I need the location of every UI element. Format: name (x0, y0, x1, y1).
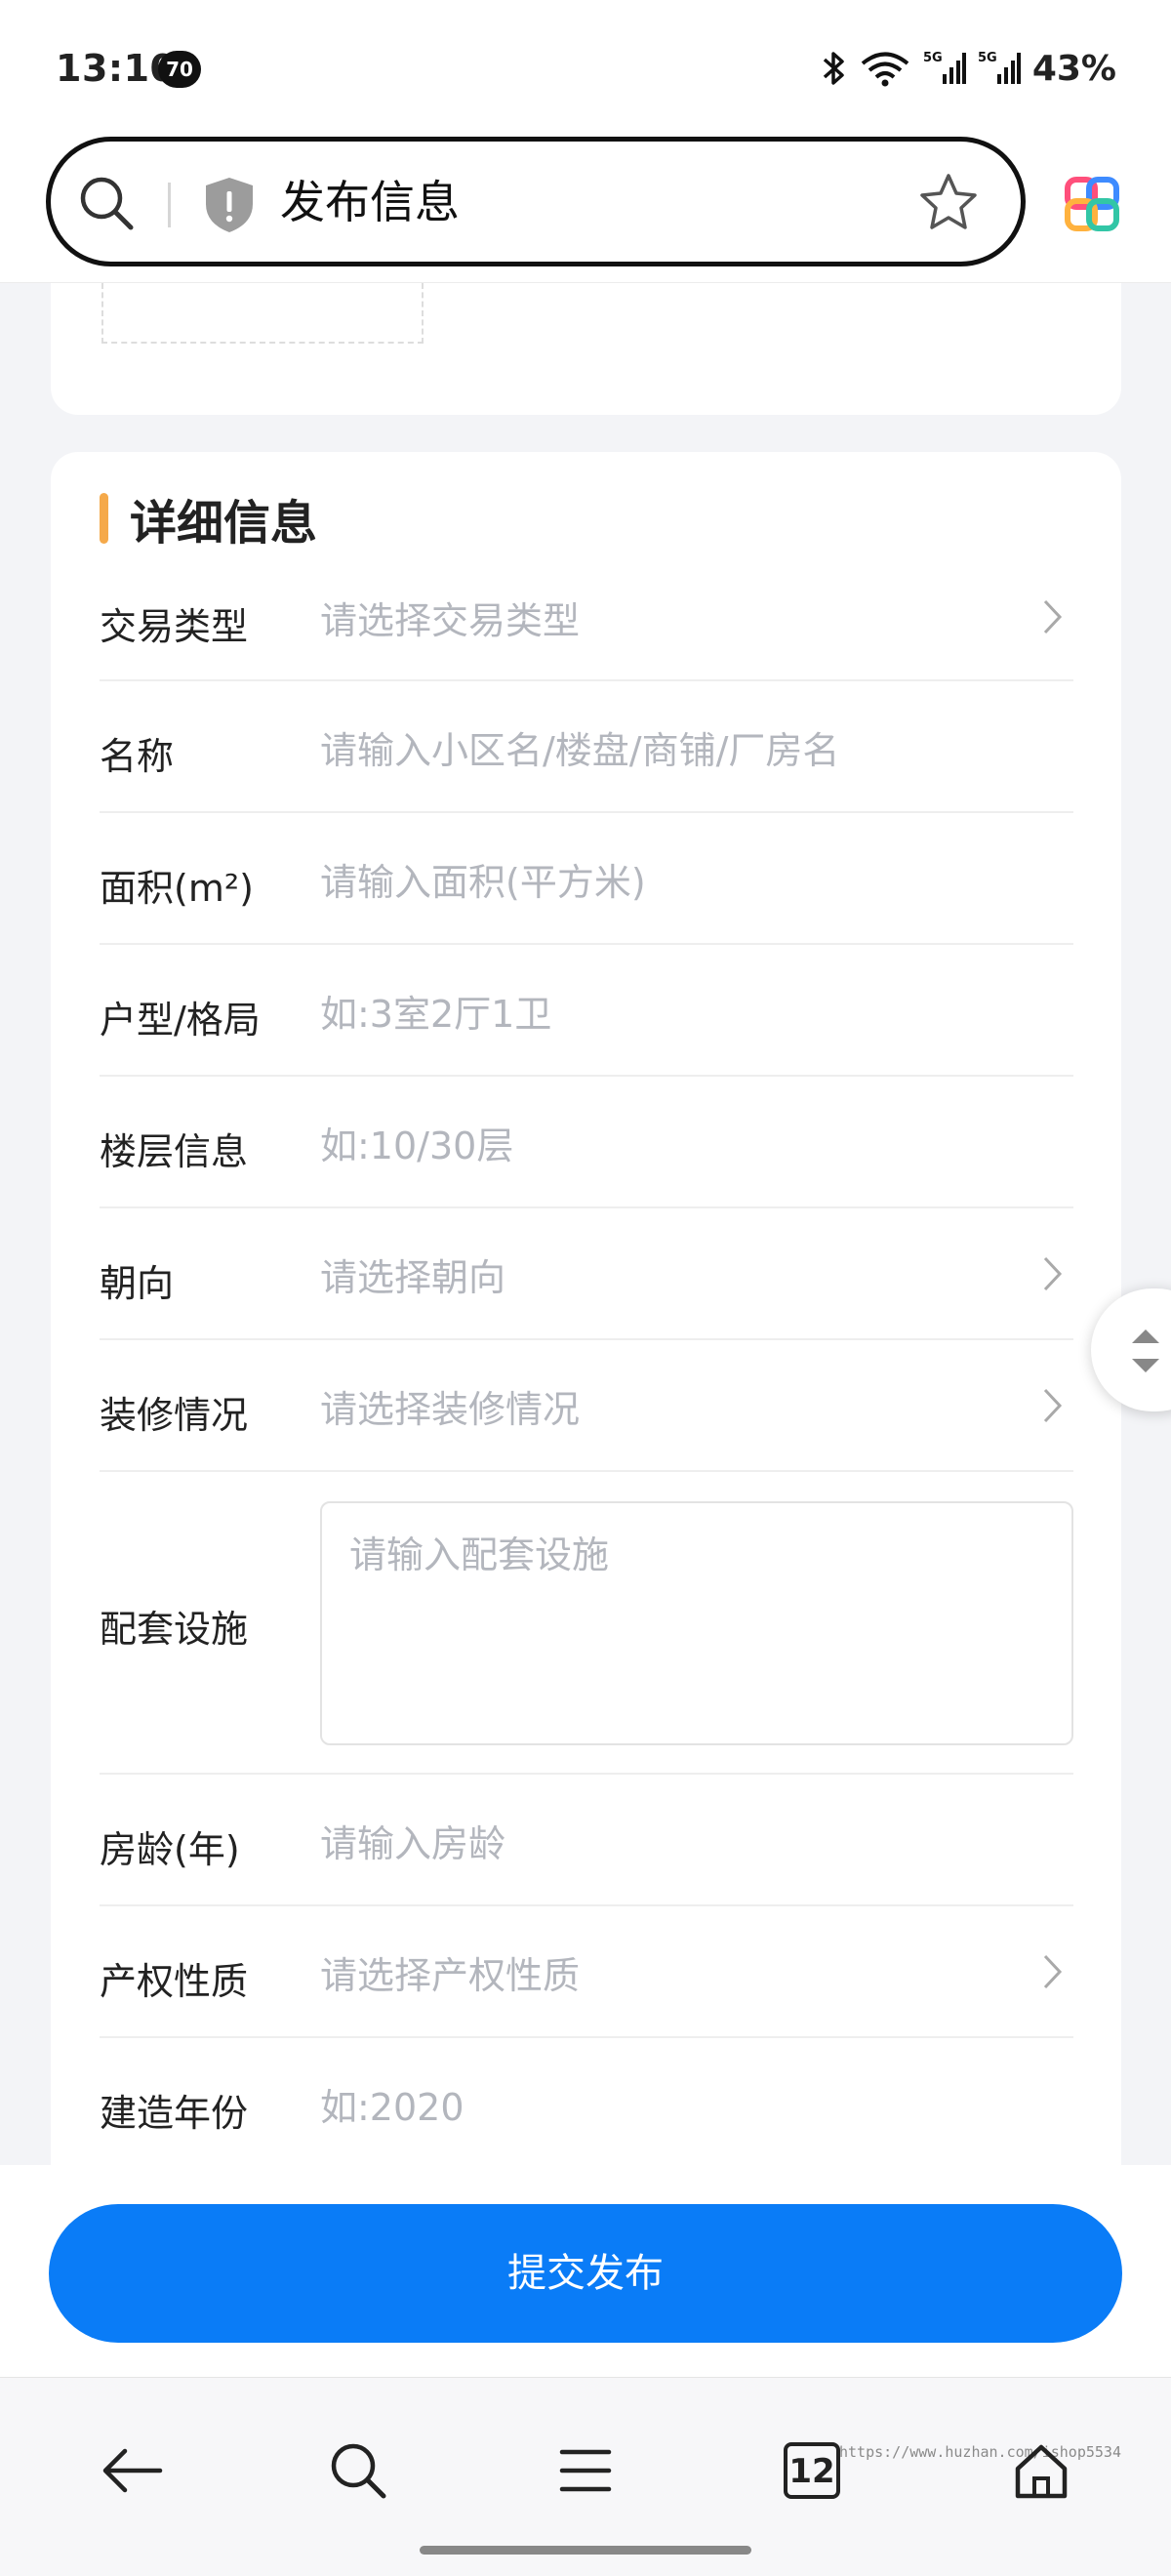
field-row-area[interactable]: 面积(m²) 请输入面积(平方米) (100, 813, 1073, 945)
scroll-up-down-icon (1132, 1329, 1159, 1372)
home-indicator (420, 2546, 751, 2555)
field-label: 产权性质 (100, 1960, 249, 2003)
decoration-select[interactable]: 请选择装修情况 (320, 1379, 580, 1433)
back-arrow-icon (102, 2448, 163, 2493)
field-label: 面积(m²) (100, 867, 254, 910)
menu-icon (559, 2449, 612, 2492)
chevron-right-icon (1043, 599, 1063, 634)
build-year-input[interactable]: 如:2020 (320, 2077, 464, 2131)
wifi-icon (861, 52, 909, 87)
section-accent-bar (100, 492, 108, 544)
facilities-textarea[interactable]: 请输入配套设施 (320, 1501, 1073, 1745)
detail-info-card: 详细信息 交易类型 请选择交易类型 名称 请输入小区名/楼盘/商铺/厂房名 面积… (51, 452, 1121, 2209)
address-divider (168, 183, 171, 227)
section-header: 详细信息 (100, 486, 318, 551)
field-row-orientation[interactable]: 朝向 请选择朝向 (100, 1208, 1073, 1340)
layout-input[interactable]: 如:3室2厅1卫 (320, 984, 551, 1038)
tabs-button[interactable]: 12 (768, 2427, 856, 2515)
field-label: 名称 (100, 735, 175, 778)
floor-input[interactable]: 如:10/30层 (320, 1116, 513, 1169)
app-logo-icon[interactable] (1062, 174, 1122, 234)
field-label: 房龄(年) (100, 1828, 240, 1871)
search-icon[interactable] (76, 173, 139, 235)
field-row-floor[interactable]: 楼层信息 如:10/30层 (100, 1077, 1073, 1208)
bluetooth-icon (823, 52, 844, 85)
field-row-name[interactable]: 名称 请输入小区名/楼盘/商铺/厂房名 (100, 681, 1073, 813)
transaction-type-select[interactable]: 请选择交易类型 (320, 591, 580, 644)
image-upload-slot[interactable] (101, 283, 424, 344)
area-input[interactable]: 请输入面积(平方米) (320, 852, 646, 906)
property-rights-select[interactable]: 请选择产权性质 (320, 1945, 580, 1999)
field-label: 交易类型 (100, 605, 249, 648)
svg-text:5G: 5G (923, 51, 943, 65)
textarea-placeholder: 请输入配套设施 (349, 1533, 610, 1576)
field-row-transaction-type[interactable]: 交易类型 请选择交易类型 (100, 550, 1073, 681)
status-icons: 5G 5G 43% (822, 45, 1116, 92)
field-row-decoration[interactable]: 装修情况 请选择装修情况 (100, 1340, 1073, 1472)
field-label: 配套设施 (100, 1608, 249, 1651)
home-button[interactable] (997, 2427, 1085, 2515)
field-row-build-year[interactable]: 建造年份 如:2020 (100, 2038, 1073, 2170)
house-age-input[interactable]: 请输入房龄 (320, 1814, 505, 1867)
chevron-right-icon (1043, 1954, 1063, 1989)
browser-toolbar: 发布信息 (0, 137, 1171, 283)
back-button[interactable] (88, 2427, 176, 2515)
field-label: 朝向 (100, 1262, 175, 1305)
svg-text:5G: 5G (978, 51, 997, 65)
submit-button[interactable]: 提交发布 (49, 2204, 1122, 2343)
signal-5g-icon: 5G (923, 51, 966, 84)
status-bar: 13:10 70 5G 5G 43% (0, 0, 1171, 137)
name-input[interactable]: 请输入小区名/楼盘/商铺/厂房名 (320, 720, 839, 774)
submit-bar: 提交发布 (0, 2165, 1171, 2377)
home-icon (1015, 2444, 1068, 2499)
chevron-right-icon (1043, 1388, 1063, 1423)
field-row-house-age[interactable]: 房龄(年) 请输入房龄 (100, 1775, 1073, 1906)
search-icon (331, 2443, 386, 2499)
menu-button[interactable] (542, 2427, 629, 2515)
signal-5g-icon: 5G (978, 51, 1021, 84)
shield-warning-icon[interactable] (202, 175, 257, 235)
notification-badge: 70 (158, 51, 201, 88)
section-title: 详细信息 (130, 495, 318, 551)
field-label: 建造年份 (100, 2092, 249, 2135)
search-button[interactable] (314, 2427, 402, 2515)
browser-bottom-nav: 12 https://www.huzhan.com/ishop5534 (0, 2377, 1171, 2576)
field-label: 装修情况 (100, 1394, 249, 1437)
image-upload-card (51, 283, 1121, 415)
battery-text: 43% (1031, 48, 1116, 89)
field-label: 户型/格局 (100, 999, 261, 1042)
field-row-layout[interactable]: 户型/格局 如:3室2厅1卫 (100, 945, 1073, 1077)
address-bar[interactable]: 发布信息 (46, 137, 1026, 266)
chevron-right-icon (1043, 1256, 1063, 1291)
page-title: 发布信息 (280, 176, 460, 228)
orientation-select[interactable]: 请选择朝向 (320, 1247, 505, 1301)
star-icon[interactable] (917, 171, 980, 233)
field-row-facilities: 配套设施 请输入配套设施 (100, 1472, 1073, 1775)
tabs-icon: 12 (784, 2442, 840, 2499)
field-label: 楼层信息 (100, 1130, 249, 1173)
field-row-property-rights[interactable]: 产权性质 请选择产权性质 (100, 1906, 1073, 2038)
